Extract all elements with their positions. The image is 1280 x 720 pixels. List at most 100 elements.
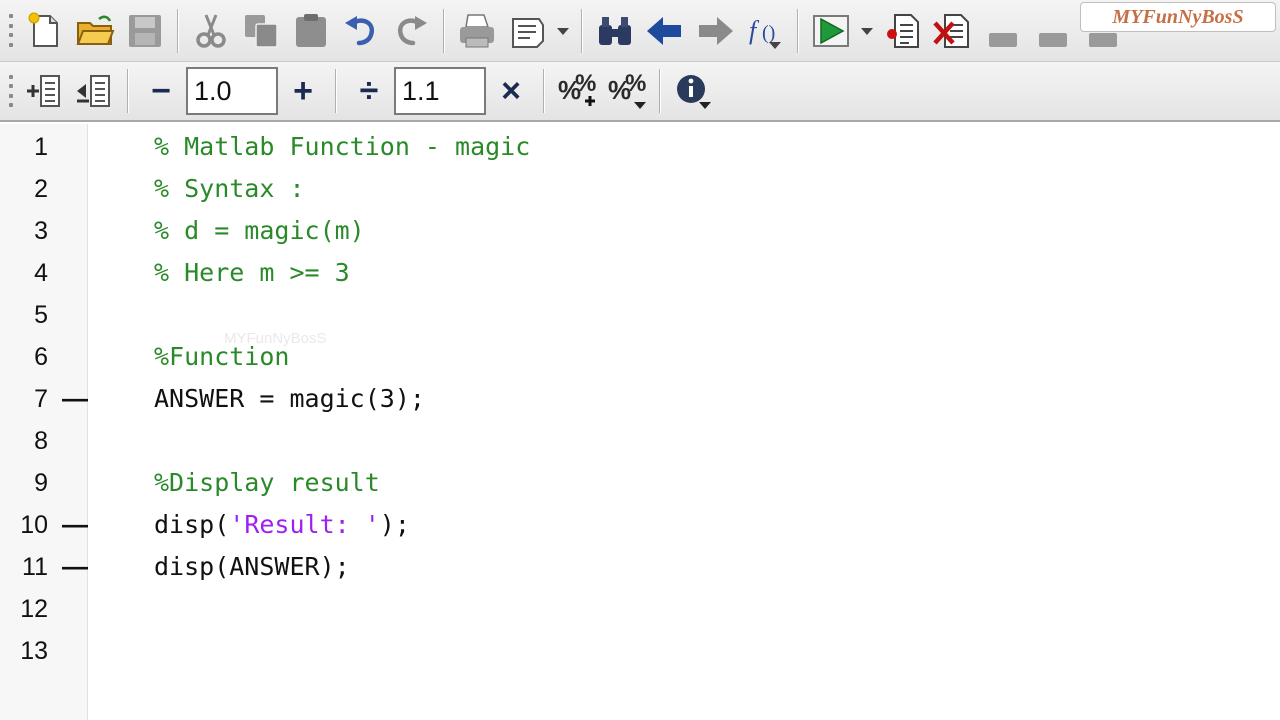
code-line[interactable]: 13 [0,630,1280,672]
chevron-down-icon [861,27,873,35]
scissors-icon [196,13,226,48]
code-token: disp( [154,510,230,539]
code-line[interactable]: 11 — disp(ANSWER); [0,546,1280,588]
line-number: 12 [20,595,48,623]
go-back-button[interactable] [640,6,690,56]
copy-icon [245,14,278,48]
code-line[interactable]: 1 % Matlab Function - magic [0,126,1280,168]
new-file-button[interactable] [20,6,70,56]
code-line[interactable]: 7 — ANSWER = magic(3); [0,378,1280,420]
run-options-dropdown[interactable] [856,6,878,56]
undo-button[interactable] [336,6,386,56]
uncomment-button[interactable]: % % [602,66,652,116]
function-browser-button[interactable]: f () [740,6,790,56]
plus-icon: + [293,71,313,110]
chevron-down-icon [557,27,569,35]
line-number: 4 [34,259,48,287]
code-line[interactable]: 2 % Syntax : [0,168,1280,210]
percent-plus-icon: % % [558,71,596,106]
clear-breakpoints-icon [933,13,969,48]
code-text: % Matlab Function - magic [154,132,531,161]
paste-button[interactable] [286,6,336,56]
code-line[interactable]: 3 % d = magic(m) [0,210,1280,252]
go-forward-button[interactable] [690,6,740,56]
toolbar-separator [797,8,799,53]
new-file-icon [28,12,58,47]
step-in-button[interactable] [1028,6,1078,56]
line-number: 6 [34,343,48,371]
insert-cell-break-icon [27,75,60,107]
channel-watermark: MYFunNyBosS [1080,2,1276,32]
breakpoint-marker[interactable]: — [62,378,88,418]
divide-icon: ÷ [359,71,379,110]
toolbar-grip[interactable] [2,9,20,53]
increment-value-field[interactable] [186,67,278,115]
arrow-left-icon [647,16,681,45]
line-number: 8 [34,427,48,455]
evaluate-cell-icon [77,75,110,107]
step-icon [989,32,1017,47]
code-line[interactable]: 8 [0,420,1280,462]
run-button[interactable] [806,6,856,56]
run-icon [813,14,849,47]
toolbar-separator [543,69,545,113]
save-button[interactable] [120,6,170,56]
print-selection-icon [512,17,544,48]
copy-button[interactable] [236,6,286,56]
code-line[interactable]: 4 % Here m >= 3 [0,252,1280,294]
step-in-icon [1039,32,1067,47]
print-options-dropdown[interactable] [552,6,574,56]
line-number: 5 [34,301,48,329]
evaluate-cell-button[interactable] [70,66,120,116]
set-breakpoint-button[interactable] [878,6,928,56]
toolbar-grip[interactable] [2,69,20,113]
breakpoint-marker[interactable]: — [62,504,88,544]
step-button[interactable] [978,6,1028,56]
cut-button[interactable] [186,6,236,56]
decrement-button[interactable]: − [136,66,186,116]
line-number: 11 [22,553,48,581]
code-line[interactable]: 12 [0,588,1280,630]
redo-button[interactable] [386,6,436,56]
open-file-button[interactable] [70,6,120,56]
code-text: %Function [154,342,290,371]
line-number: 2 [34,175,48,203]
increment-button[interactable]: + [278,66,328,116]
multiply-button[interactable]: × [486,66,536,116]
toolbar-separator [177,8,179,53]
breakpoint-icon [887,13,919,48]
svg-text:%: % [625,71,646,97]
save-icon [129,14,161,47]
undo-icon [345,15,375,45]
line-number: 10 [20,511,48,539]
code-line[interactable]: 6 %Function [0,336,1280,378]
code-line[interactable]: 9 %Display result [0,462,1280,504]
insert-cell-break-button[interactable] [20,66,70,116]
arrow-right-icon [699,16,733,45]
code-text: % Here m >= 3 [154,258,350,287]
divide-button[interactable]: ÷ [344,66,394,116]
find-button[interactable] [590,6,640,56]
breakpoint-marker[interactable]: — [62,546,88,586]
info-icon [677,75,711,109]
code-editor[interactable]: MYFunNyBosS 1% Matlab Function - magic 2%… [0,124,1280,720]
print-button[interactable] [452,6,502,56]
code-line[interactable]: 10 — disp('Result: '); [0,504,1280,546]
line-number: 13 [20,637,48,665]
toolbar-separator [443,8,445,53]
code-text: disp(ANSWER); [154,552,350,581]
printer-icon [460,13,494,47]
code-text: %Display result [154,468,380,497]
scale-value-field[interactable] [394,67,486,115]
clear-breakpoints-button[interactable] [928,6,978,56]
comment-button[interactable]: % % [552,66,602,116]
code-text: % Syntax : [154,174,305,203]
binoculars-icon [599,16,631,45]
cell-help-button[interactable] [668,66,718,116]
line-number: 1 [34,133,48,161]
line-number: 3 [34,217,48,245]
line-number: 9 [34,469,48,497]
print-selection-button[interactable] [502,6,552,56]
string-literal: 'Result: ' [229,510,380,539]
code-line[interactable]: 5 [0,294,1280,336]
